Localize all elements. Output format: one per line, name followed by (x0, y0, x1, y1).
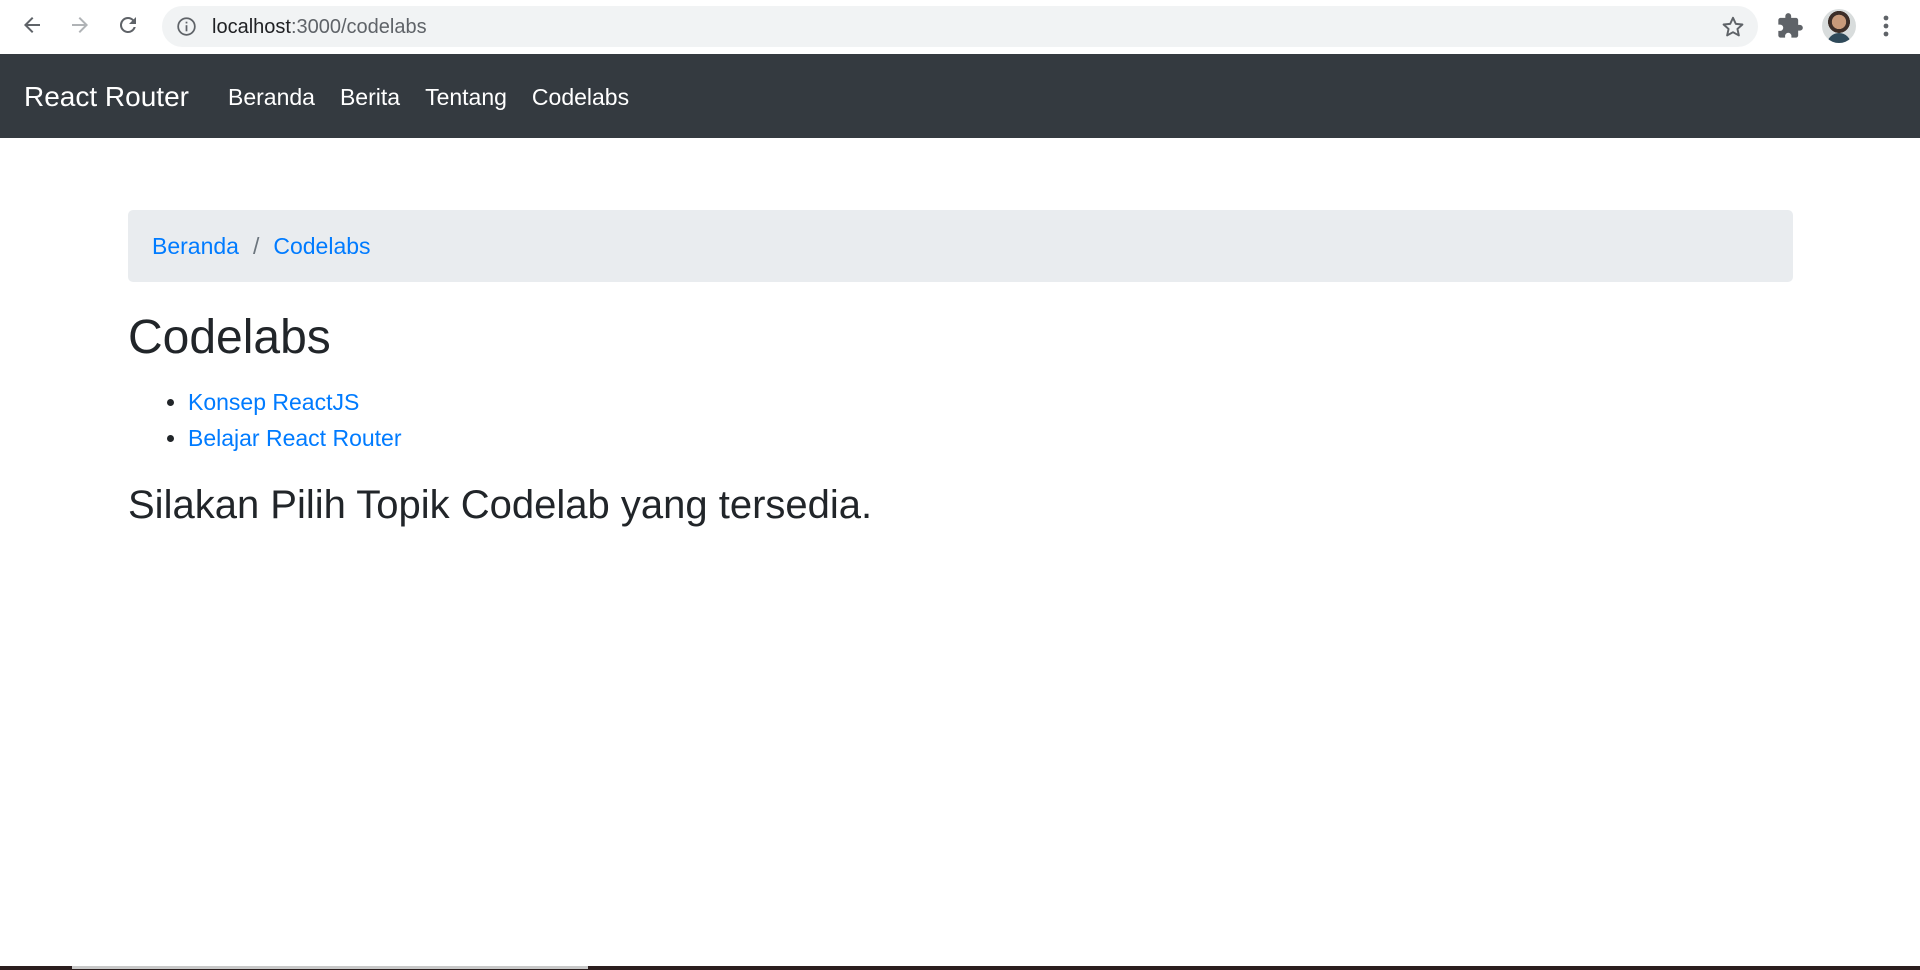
taskbar-edge (0, 966, 1920, 970)
app-navbar: React Router Beranda Berita Tentang Code… (0, 54, 1920, 138)
back-button[interactable] (14, 7, 50, 43)
browser-toolbar: localhost:3000/codelabs (0, 0, 1920, 54)
page-title: Codelabs (128, 311, 331, 364)
info-icon[interactable] (176, 16, 197, 37)
list-item: Belajar React Router (188, 420, 1793, 456)
topic-link-belajar-react-router[interactable]: Belajar React Router (188, 425, 402, 451)
list-item: Konsep ReactJS (188, 384, 1793, 420)
breadcrumb: Beranda / Codelabs (128, 210, 1793, 282)
kebab-menu-icon[interactable] (1876, 12, 1896, 40)
breadcrumb-item-beranda[interactable]: Beranda (152, 233, 239, 260)
star-icon[interactable] (1720, 14, 1746, 40)
avatar[interactable] (1822, 9, 1856, 43)
nav-link-berita[interactable]: Berita (340, 82, 400, 112)
reload-button[interactable] (110, 7, 146, 43)
taskbar-segment (72, 966, 588, 969)
forward-button[interactable] (62, 7, 98, 43)
arrow-right-icon (72, 17, 88, 33)
avatar-shirt (1827, 33, 1851, 43)
reload-icon (119, 16, 136, 33)
topic-list: Konsep ReactJS Belajar React Router (188, 384, 1793, 456)
url-text[interactable]: localhost:3000/codelabs (212, 16, 427, 38)
url-path: :3000/codelabs (290, 16, 427, 38)
nav-link-beranda[interactable]: Beranda (228, 82, 315, 112)
nav-link-codelabs[interactable]: Codelabs (532, 82, 629, 112)
main-content: Beranda / Codelabs Codelabs Konsep React… (128, 210, 1793, 529)
nav-link-tentang[interactable]: Tentang (425, 82, 507, 112)
puzzle-icon[interactable] (1776, 12, 1804, 40)
arrow-left-icon (24, 17, 40, 33)
page-subtitle: Silakan Pilih Topik Codelab yang tersedi… (128, 483, 873, 527)
breadcrumb-item-codelabs[interactable]: Codelabs (273, 233, 370, 260)
navbar-brand[interactable]: React Router (24, 80, 189, 114)
breadcrumb-separator: / (252, 232, 260, 259)
url-host: localhost (212, 16, 291, 38)
address-bar[interactable]: localhost:3000/codelabs (162, 6, 1758, 47)
navbar-links: Beranda Berita Tentang Codelabs (228, 82, 654, 112)
topic-link-konsep-reactjs[interactable]: Konsep ReactJS (188, 389, 359, 415)
